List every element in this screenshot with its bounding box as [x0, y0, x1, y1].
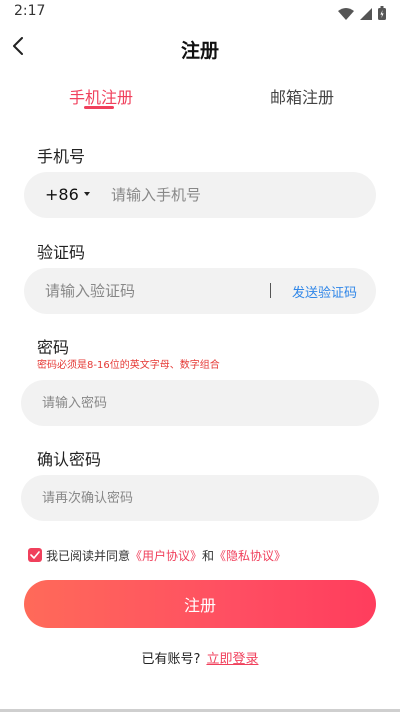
login-prompt: 已有账号?	[141, 652, 201, 667]
password-input[interactable]	[42, 393, 362, 413]
code-field: 发送验证码	[24, 268, 376, 314]
phone-input[interactable]	[111, 184, 351, 206]
phone-label: 手机号	[37, 147, 86, 166]
caret-down-icon[interactable]	[84, 192, 90, 196]
divider	[270, 283, 271, 298]
wifi-icon	[338, 5, 354, 24]
tab-phone-register[interactable]: 手机注册	[69, 84, 133, 108]
tab-email-register[interactable]: 邮箱注册	[270, 84, 334, 108]
agreement-prefix: 我已阅读并同意	[46, 548, 131, 563]
agreement-connector: 和	[202, 548, 215, 563]
login-link[interactable]: 立即登录	[206, 652, 258, 667]
status-icons	[338, 5, 386, 24]
country-code-select[interactable]: +86	[45, 185, 79, 204]
password-field	[21, 380, 379, 426]
password-label: 密码	[37, 338, 70, 357]
confirm-password-label: 确认密码	[37, 450, 102, 469]
battery-icon	[378, 5, 386, 24]
register-button[interactable]: 注册	[24, 580, 376, 628]
header: 注册	[0, 28, 400, 68]
confirm-password-input[interactable]	[42, 488, 362, 508]
page-title: 注册	[180, 40, 219, 62]
agreement-checkbox[interactable]	[28, 548, 42, 562]
privacy-policy-link[interactable]: 《隐私协议》	[214, 547, 286, 564]
agreement-row: 我已阅读并同意 《用户协议》 和 《隐私协议》	[28, 546, 286, 564]
status-time: 2:17	[14, 3, 46, 19]
phone-field: +86	[24, 172, 376, 218]
login-row: 已有账号? 立即登录	[0, 648, 400, 667]
signal-icon	[360, 5, 372, 24]
password-hint: 密码必须是8-16位的英文字母、数字组合	[37, 360, 220, 371]
code-label: 验证码	[37, 243, 86, 262]
status-bar: 2:17	[0, 0, 400, 24]
code-input[interactable]	[45, 280, 265, 302]
send-code-button[interactable]: 发送验证码	[292, 282, 357, 301]
user-agreement-link[interactable]: 《用户协议》	[130, 547, 202, 564]
tab-active-indicator	[84, 106, 114, 109]
confirm-password-field	[21, 475, 379, 521]
